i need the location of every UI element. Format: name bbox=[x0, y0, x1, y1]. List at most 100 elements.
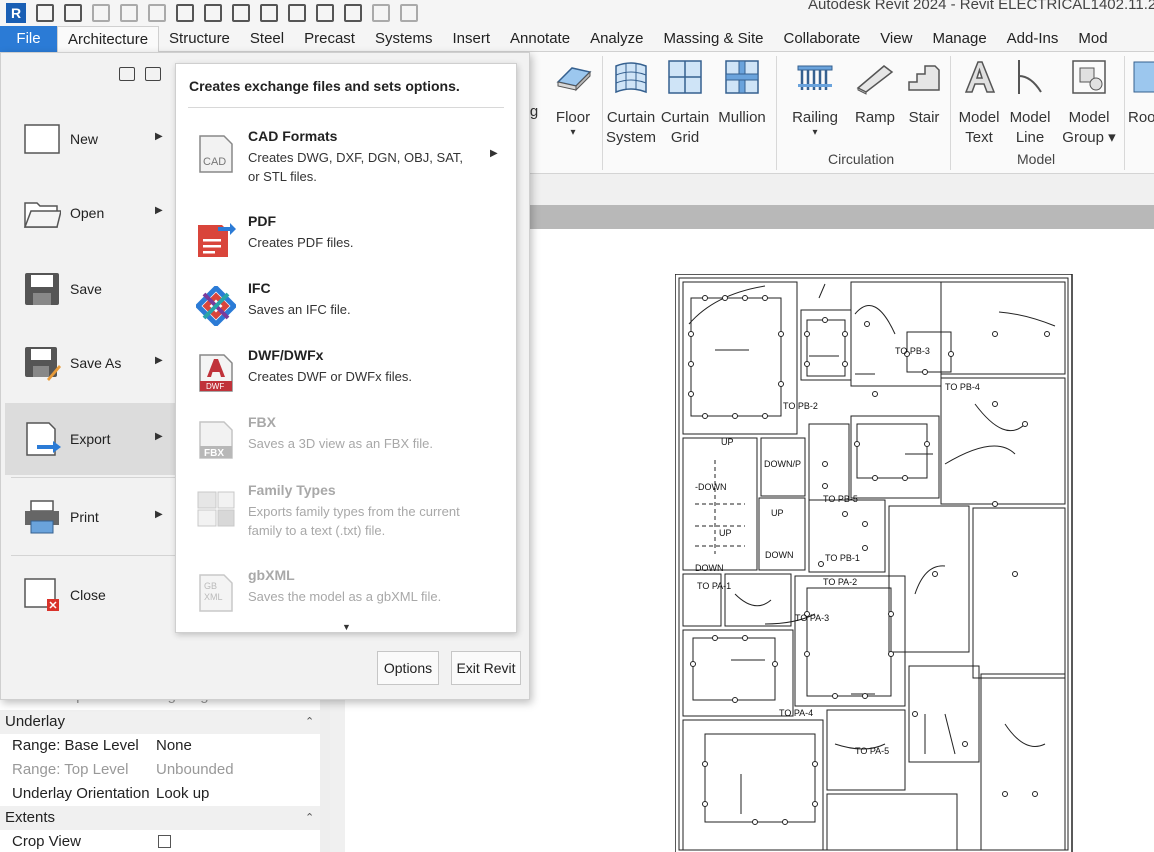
open-folder-icon bbox=[23, 202, 61, 228]
roof-icon bbox=[1133, 61, 1154, 93]
svg-text:DWF: DWF bbox=[206, 382, 224, 391]
ribbon-separator bbox=[950, 56, 951, 170]
model-line-button[interactable]: Model Line bbox=[1004, 58, 1056, 148]
stair-button[interactable]: Stair bbox=[902, 58, 946, 128]
tab-precast[interactable]: Precast bbox=[294, 26, 365, 52]
roof-button[interactable]: Roo bbox=[1128, 58, 1154, 128]
ifc-icon bbox=[196, 286, 236, 326]
ribbon-separator bbox=[602, 56, 603, 170]
export-family-types[interactable]: Family Types Exports family types from t… bbox=[176, 482, 516, 566]
extents-section-header[interactable]: Extents ⌃ bbox=[0, 806, 320, 830]
home-icon[interactable] bbox=[288, 4, 306, 22]
measure-icon[interactable] bbox=[204, 4, 222, 22]
crop-view-checkbox[interactable] bbox=[158, 835, 171, 848]
save-icon[interactable] bbox=[64, 4, 82, 22]
ribbon-separator bbox=[1124, 56, 1125, 170]
redo-icon[interactable] bbox=[148, 4, 166, 22]
revit-logo[interactable]: R bbox=[6, 3, 26, 23]
submenu-arrow-icon: ▶ bbox=[155, 205, 163, 216]
export-icon bbox=[26, 422, 61, 456]
open-icon[interactable] bbox=[36, 4, 54, 22]
properties-scrollbar[interactable] bbox=[320, 690, 330, 852]
thin-lines-icon[interactable] bbox=[344, 4, 362, 22]
submenu-arrow-icon: ▶ bbox=[155, 431, 163, 442]
plan-label: -DOWN bbox=[695, 482, 727, 492]
export-ifc[interactable]: IFC Saves an IFC file. bbox=[176, 280, 516, 344]
open-documents-icon[interactable] bbox=[145, 67, 161, 81]
tab-systems[interactable]: Systems bbox=[365, 26, 443, 52]
quick-access-toolbar: R Autodesk Revit 2024 - Revit ELECTRICAL… bbox=[0, 0, 1154, 26]
property-row-crop-view[interactable]: Crop View bbox=[0, 830, 320, 852]
tab-modify[interactable]: Mod bbox=[1068, 26, 1117, 52]
plan-label: TO PA-4 bbox=[779, 708, 813, 718]
print-icon[interactable] bbox=[176, 4, 194, 22]
tab-analyze[interactable]: Analyze bbox=[580, 26, 653, 52]
tab-steel[interactable]: Steel bbox=[240, 26, 294, 52]
underlay-section-header[interactable]: Underlay ⌃ bbox=[0, 710, 320, 734]
tab-add-ins[interactable]: Add-Ins bbox=[997, 26, 1069, 52]
exit-revit-button[interactable]: Exit Revit bbox=[451, 651, 521, 685]
plan-label: TO PB-3 bbox=[895, 346, 930, 356]
properties-panel: Sub-Discipline Lighting Underlay ⌃ Range… bbox=[0, 687, 330, 852]
model-text-button[interactable]: Model Text bbox=[954, 58, 1004, 148]
menu-item-close[interactable]: Close bbox=[5, 559, 177, 631]
tab-view[interactable]: View bbox=[870, 26, 922, 52]
collapse-icon[interactable]: ⌃ bbox=[305, 710, 314, 734]
switch-windows-icon[interactable] bbox=[372, 4, 390, 22]
text-icon[interactable] bbox=[260, 4, 278, 22]
family-types-icon bbox=[197, 491, 235, 527]
ramp-button[interactable]: Ramp bbox=[852, 58, 898, 128]
menu-item-save[interactable]: Save bbox=[5, 253, 177, 325]
scroll-down-icon[interactable]: ▼ bbox=[342, 622, 351, 632]
export-dwf-dwfx[interactable]: DWF DWF/DWFx Creates DWF or DWFx files. bbox=[176, 347, 516, 411]
ribbon-tabs: File Architecture Structure Steel Precas… bbox=[0, 26, 1154, 52]
curtain-system-button[interactable]: Curtain System bbox=[606, 58, 656, 148]
property-row-top-level[interactable]: Range: Top Level Unbounded bbox=[0, 758, 320, 782]
ramp-icon bbox=[856, 65, 894, 95]
property-row-base-level[interactable]: Range: Base Level None bbox=[0, 734, 320, 758]
export-pdf[interactable]: PDF Creates PDF files. bbox=[176, 213, 516, 277]
menu-item-new[interactable]: New ▶ bbox=[5, 103, 177, 175]
menu-item-export[interactable]: Export ▶ bbox=[5, 403, 177, 475]
pin-icon[interactable] bbox=[316, 4, 334, 22]
railing-icon bbox=[797, 65, 833, 90]
tab-insert[interactable]: Insert bbox=[442, 26, 500, 52]
submenu-arrow-icon: ▶ bbox=[155, 131, 163, 142]
curtain-grid-button[interactable]: Curtain Grid bbox=[660, 58, 710, 148]
menu-item-open[interactable]: Open ▶ bbox=[5, 177, 177, 249]
export-fbx[interactable]: FBX FBX Saves a 3D view as an FBX file. bbox=[176, 414, 516, 478]
railing-button[interactable]: Railing ▾ bbox=[788, 58, 842, 138]
undo-icon[interactable] bbox=[120, 4, 138, 22]
submenu-divider bbox=[188, 107, 504, 108]
tab-architecture[interactable]: Architecture bbox=[57, 26, 160, 52]
model-group-button[interactable]: Model Group ▾ bbox=[1058, 58, 1120, 148]
model-group-icon bbox=[1072, 60, 1106, 94]
tab-file[interactable]: File bbox=[0, 26, 57, 52]
export-cad-formats[interactable]: CAD CAD Formats Creates DWG, DXF, DGN, O… bbox=[176, 128, 516, 192]
svg-text:FBX: FBX bbox=[204, 448, 224, 459]
tab-massing-site[interactable]: Massing & Site bbox=[653, 26, 773, 52]
export-submenu-title: Creates exchange files and sets options. bbox=[189, 78, 460, 94]
plan-label: TO PA-1 bbox=[697, 581, 731, 591]
property-row-underlay-orientation[interactable]: Underlay Orientation Look up bbox=[0, 782, 320, 806]
menu-item-print[interactable]: Print ▶ bbox=[5, 481, 177, 553]
tab-manage[interactable]: Manage bbox=[922, 26, 996, 52]
sync-icon[interactable] bbox=[92, 4, 110, 22]
tab-collaborate[interactable]: Collaborate bbox=[773, 26, 870, 52]
mullion-icon bbox=[725, 60, 759, 94]
recent-documents-icon[interactable] bbox=[119, 67, 135, 81]
svg-text:XML: XML bbox=[204, 592, 223, 602]
collapse-icon[interactable]: ⌃ bbox=[305, 806, 314, 830]
plan-label: DOWN/P bbox=[764, 459, 801, 469]
circulation-group-label: Circulation bbox=[828, 151, 895, 167]
model-text-icon bbox=[964, 61, 996, 93]
tag-icon[interactable] bbox=[232, 4, 250, 22]
menu-item-save-as[interactable]: Save As ▶ bbox=[5, 327, 177, 399]
mullion-button[interactable]: Mullion bbox=[716, 58, 768, 128]
options-button[interactable]: Options bbox=[377, 651, 439, 685]
tab-structure[interactable]: Structure bbox=[159, 26, 240, 52]
tab-annotate[interactable]: Annotate bbox=[500, 26, 580, 52]
curtain-system-icon bbox=[615, 62, 647, 94]
floor-button[interactable]: Floor ▾ bbox=[550, 58, 596, 138]
settings-icon[interactable] bbox=[400, 4, 418, 22]
